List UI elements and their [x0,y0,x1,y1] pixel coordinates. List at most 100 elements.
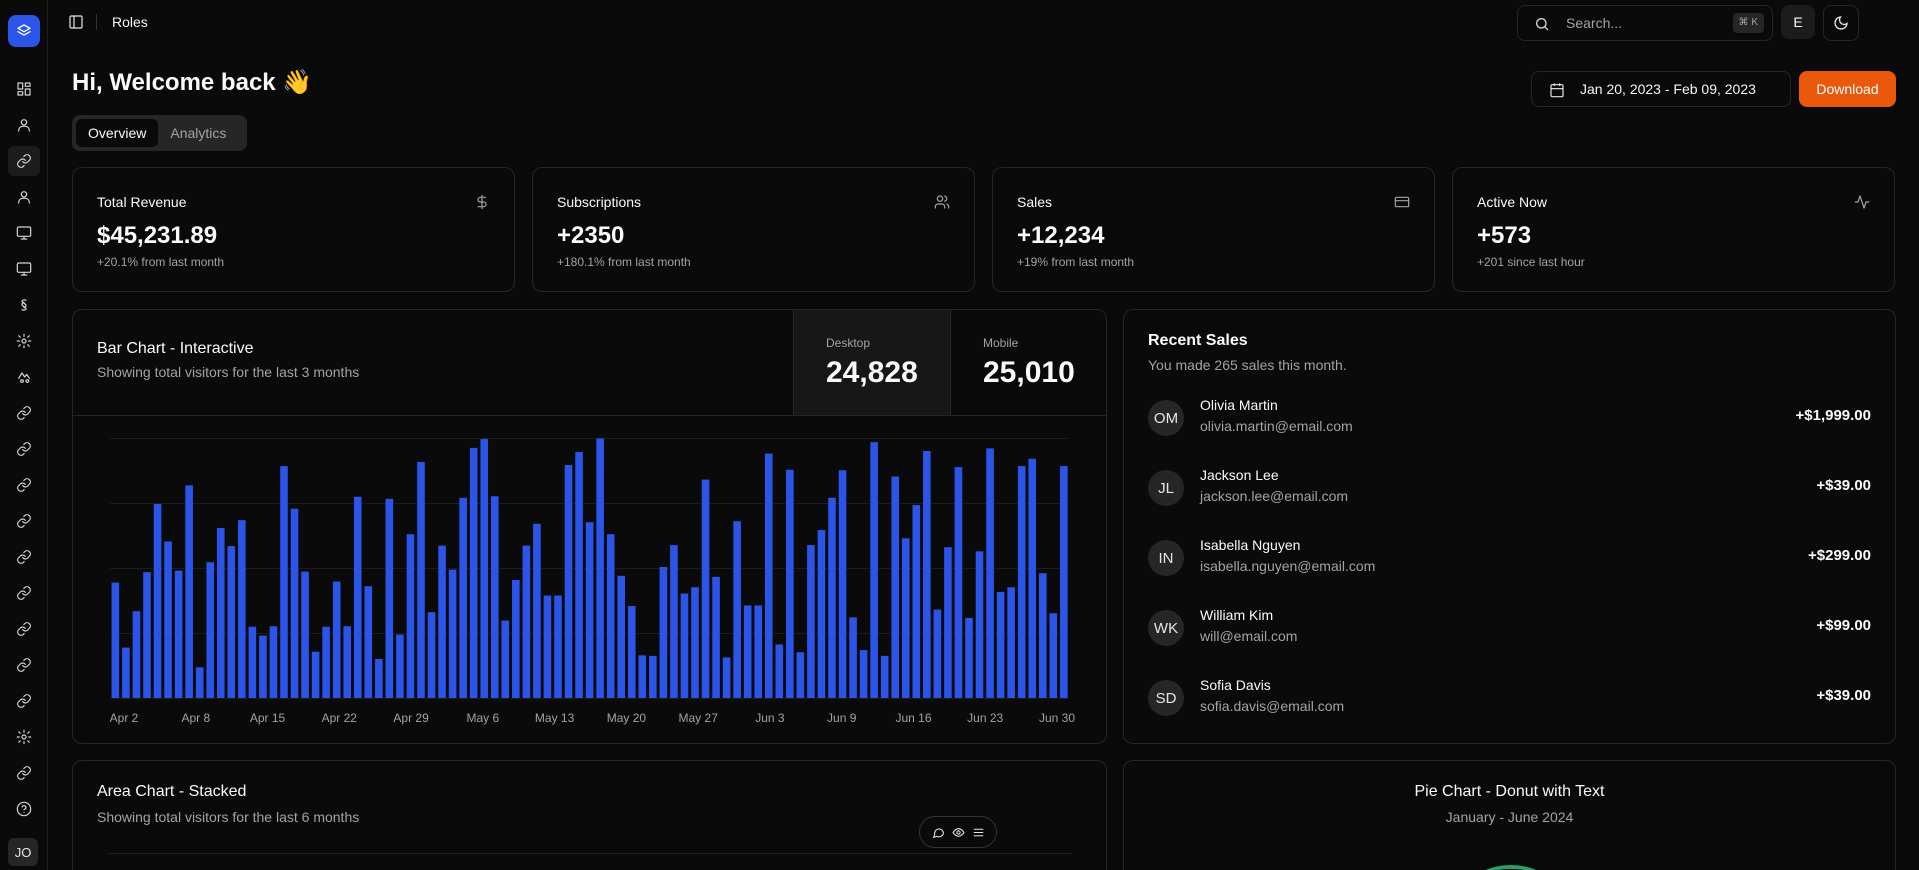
bar[interactable] [554,595,562,698]
bar[interactable] [627,605,636,698]
sidebar-item-link-12[interactable] [8,506,40,536]
sidebar-toggle-button[interactable] [66,12,86,32]
bar[interactable] [427,612,436,698]
bar[interactable] [375,659,383,698]
bar[interactable] [933,609,942,698]
search-input[interactable]: Search... ⌘ K [1517,5,1773,41]
app-logo[interactable] [8,15,40,47]
sidebar-item-user-3[interactable] [8,182,40,212]
sidebar-item-link-15[interactable] [8,614,40,644]
tab-overview[interactable]: Overview [76,119,159,147]
bar[interactable] [965,617,973,698]
bar[interactable] [1017,466,1026,698]
bar[interactable] [269,626,278,698]
bar[interactable] [923,451,931,698]
bar[interactable] [164,541,172,698]
theme-toggle-button[interactable] [1823,5,1859,41]
sidebar-item-link-11[interactable] [8,470,40,500]
sidebar-item-bug-8[interactable] [8,362,40,392]
bar[interactable] [238,520,246,698]
bar[interactable] [480,439,489,698]
bar[interactable] [1049,613,1058,698]
bar[interactable] [448,569,457,698]
bar[interactable] [849,617,857,698]
sidebar-item-section-6[interactable] [8,290,40,320]
bar[interactable] [722,657,731,698]
bar[interactable] [459,497,467,698]
bar[interactable] [838,470,847,698]
bar[interactable] [174,570,183,698]
bar[interactable] [786,469,794,698]
bar[interactable] [290,508,299,698]
bar[interactable] [301,571,309,698]
bar[interactable] [490,496,499,698]
bar[interactable] [280,466,288,698]
sidebar-item-link-17[interactable] [8,686,40,716]
comment-icon[interactable] [932,826,945,839]
bar[interactable] [701,479,710,698]
sidebar-item-link-16[interactable] [8,650,40,680]
bar[interactable] [564,465,573,698]
bar[interactable] [195,667,204,698]
bar[interactable] [880,655,889,698]
bar[interactable] [185,485,193,698]
download-button[interactable]: Download [1799,71,1896,107]
bar[interactable] [512,579,520,698]
bar[interactable] [248,626,257,698]
bar[interactable] [438,545,446,698]
bar[interactable] [638,655,647,698]
tab-analytics[interactable]: Analytics [158,119,238,147]
sidebar-item-gear-7[interactable] [8,326,40,356]
sliders-icon[interactable] [972,826,985,839]
bar[interactable] [901,538,910,698]
bar[interactable] [617,575,626,698]
bar[interactable] [259,635,267,698]
metric-desktop[interactable]: Desktop 24,828 [793,310,950,415]
sidebar-item-link-2[interactable] [8,146,40,176]
bar[interactable] [216,527,225,698]
bar[interactable] [975,551,984,698]
bar[interactable] [891,476,900,698]
bar[interactable] [670,545,678,698]
bar[interactable] [859,650,868,698]
bar[interactable] [828,497,836,698]
bar[interactable] [733,521,741,698]
bar[interactable] [353,496,362,698]
bar[interactable] [153,504,162,698]
bar[interactable] [143,572,151,698]
bar[interactable] [396,634,404,698]
bar[interactable] [1038,573,1047,698]
bar[interactable] [807,545,815,698]
sidebar-item-link-13[interactable] [8,542,40,572]
bar[interactable] [575,452,583,698]
metric-mobile[interactable]: Mobile 25,010 [950,310,1107,415]
bar[interactable] [206,562,215,698]
bar[interactable] [743,605,752,698]
bar[interactable] [311,651,320,698]
bar[interactable] [469,447,478,698]
bar[interactable] [111,582,120,698]
bar[interactable] [122,647,130,698]
user-avatar[interactable]: JO [8,838,38,866]
bar[interactable] [817,530,826,698]
sidebar-item-link-14[interactable] [8,578,40,608]
bar[interactable] [364,586,373,698]
bar[interactable] [585,522,594,698]
bar[interactable] [944,547,952,698]
sidebar-item-user-1[interactable] [8,110,40,140]
sidebar-item-monitor-5[interactable] [8,254,40,284]
sidebar-item-link-19[interactable] [8,758,40,788]
bar[interactable] [606,534,615,698]
bar[interactable] [754,605,763,698]
bar[interactable] [406,534,415,698]
bar[interactable] [764,453,773,698]
bar[interactable] [912,505,921,698]
bar[interactable] [322,626,330,698]
bar[interactable] [227,546,236,698]
bar[interactable] [870,442,878,698]
sidebar-item-gear-18[interactable] [8,722,40,752]
bar[interactable] [501,620,510,698]
bar[interactable] [132,611,141,698]
bar[interactable] [417,461,425,698]
bar[interactable] [649,655,657,698]
